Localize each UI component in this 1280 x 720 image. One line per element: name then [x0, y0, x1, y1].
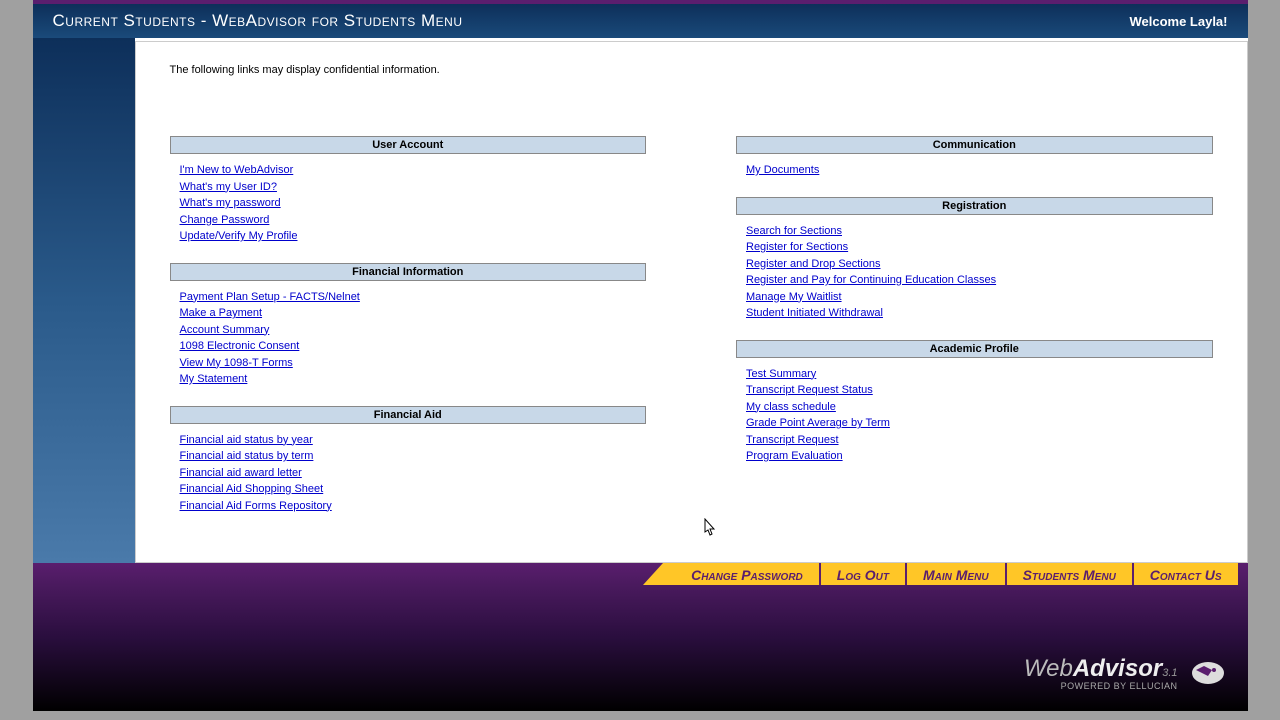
mascot-icon	[1188, 658, 1228, 688]
app-container: Current Students - WebAdvisor for Studen…	[33, 0, 1248, 711]
menu-link[interactable]: Financial aid award letter	[180, 465, 637, 482]
menu-link[interactable]: Update/Verify My Profile	[180, 228, 637, 245]
menu-link[interactable]: Test Summary	[746, 366, 1203, 383]
logo-area: WebAdvisor3.1 POWERED BY ELLUCIAN	[33, 585, 1248, 691]
menu-link[interactable]: Grade Point Average by Term	[746, 415, 1203, 432]
body-wrap: The following links may display confiden…	[33, 38, 1248, 563]
webadvisor-logo: WebAdvisor3.1	[1024, 655, 1178, 683]
menu-link[interactable]: Register and Drop Sections	[746, 256, 1203, 273]
menu-link[interactable]: Register for Sections	[746, 239, 1203, 256]
menu-link[interactable]: Transcript Request	[746, 432, 1203, 449]
header: Current Students - WebAdvisor for Studen…	[33, 4, 1248, 38]
menu-link[interactable]: 1098 Electronic Consent	[180, 338, 637, 355]
footer-nav-button[interactable]: Contact Us	[1134, 563, 1238, 585]
right-section-header: Communication	[736, 136, 1213, 154]
right-section-links: Test SummaryTranscript Request StatusMy …	[736, 366, 1213, 483]
right-section-links: My Documents	[736, 162, 1213, 197]
left-section-links: I'm New to WebAdvisorWhat's my User ID?W…	[170, 162, 647, 263]
left-column: User AccountI'm New to WebAdvisorWhat's …	[170, 136, 647, 532]
footer-nav-button[interactable]: Log Out	[821, 563, 907, 585]
menu-link[interactable]: View My 1098-T Forms	[180, 355, 637, 372]
menu-link[interactable]: Program Evaluation	[746, 448, 1203, 465]
footer: Change PasswordLog OutMain MenuStudents …	[33, 563, 1248, 711]
footer-nav-button[interactable]: Main Menu	[907, 563, 1007, 585]
page-title: Current Students - WebAdvisor for Studen…	[53, 11, 463, 31]
left-section-header: User Account	[170, 136, 647, 154]
columns: User AccountI'm New to WebAdvisorWhat's …	[170, 136, 1213, 532]
left-sidebar	[33, 38, 135, 563]
menu-link[interactable]: Change Password	[180, 212, 637, 229]
left-section-links: Financial aid status by yearFinancial ai…	[170, 432, 647, 533]
menu-link[interactable]: Financial aid status by term	[180, 448, 637, 465]
menu-link[interactable]: I'm New to WebAdvisor	[180, 162, 637, 179]
left-section-header: Financial Aid	[170, 406, 647, 424]
menu-link[interactable]: Make a Payment	[180, 305, 637, 322]
left-section-links: Payment Plan Setup - FACTS/NelnetMake a …	[170, 289, 647, 406]
right-section-header: Academic Profile	[736, 340, 1213, 358]
footer-nav-button[interactable]: Change Password	[663, 563, 821, 585]
right-column: Communication My Documents Registration Sea…	[736, 136, 1213, 532]
menu-link[interactable]: My Documents	[746, 162, 1203, 179]
welcome-text: Welcome Layla!	[1129, 14, 1227, 29]
left-section-header: Financial Information	[170, 263, 647, 281]
logo-block: WebAdvisor3.1 POWERED BY ELLUCIAN	[1024, 655, 1178, 691]
content-area: The following links may display confiden…	[135, 41, 1248, 563]
right-section-header: Registration	[736, 197, 1213, 215]
footer-nav: Change PasswordLog OutMain MenuStudents …	[33, 563, 1248, 585]
right-section-links: Search for SectionsRegister for Sections…	[736, 223, 1213, 340]
menu-link[interactable]: What's my User ID?	[180, 179, 637, 196]
menu-link[interactable]: What's my password	[180, 195, 637, 212]
menu-link[interactable]: Account Summary	[180, 322, 637, 339]
menu-link[interactable]: Financial Aid Shopping Sheet	[180, 481, 637, 498]
menu-link[interactable]: Financial aid status by year	[180, 432, 637, 449]
confidential-notice: The following links may display confiden…	[170, 64, 1213, 76]
menu-link[interactable]: Transcript Request Status	[746, 382, 1203, 399]
menu-link[interactable]: Student Initiated Withdrawal	[746, 305, 1203, 322]
menu-link[interactable]: My class schedule	[746, 399, 1203, 416]
menu-link[interactable]: Register and Pay for Continuing Educatio…	[746, 272, 1203, 289]
menu-link[interactable]: Search for Sections	[746, 223, 1203, 240]
menu-link[interactable]: My Statement	[180, 371, 637, 388]
menu-link[interactable]: Manage My Waitlist	[746, 289, 1203, 306]
footer-nav-button[interactable]: Students Menu	[1007, 563, 1134, 585]
menu-link[interactable]: Financial Aid Forms Repository	[180, 498, 637, 515]
menu-link[interactable]: Payment Plan Setup - FACTS/Nelnet	[180, 289, 637, 306]
